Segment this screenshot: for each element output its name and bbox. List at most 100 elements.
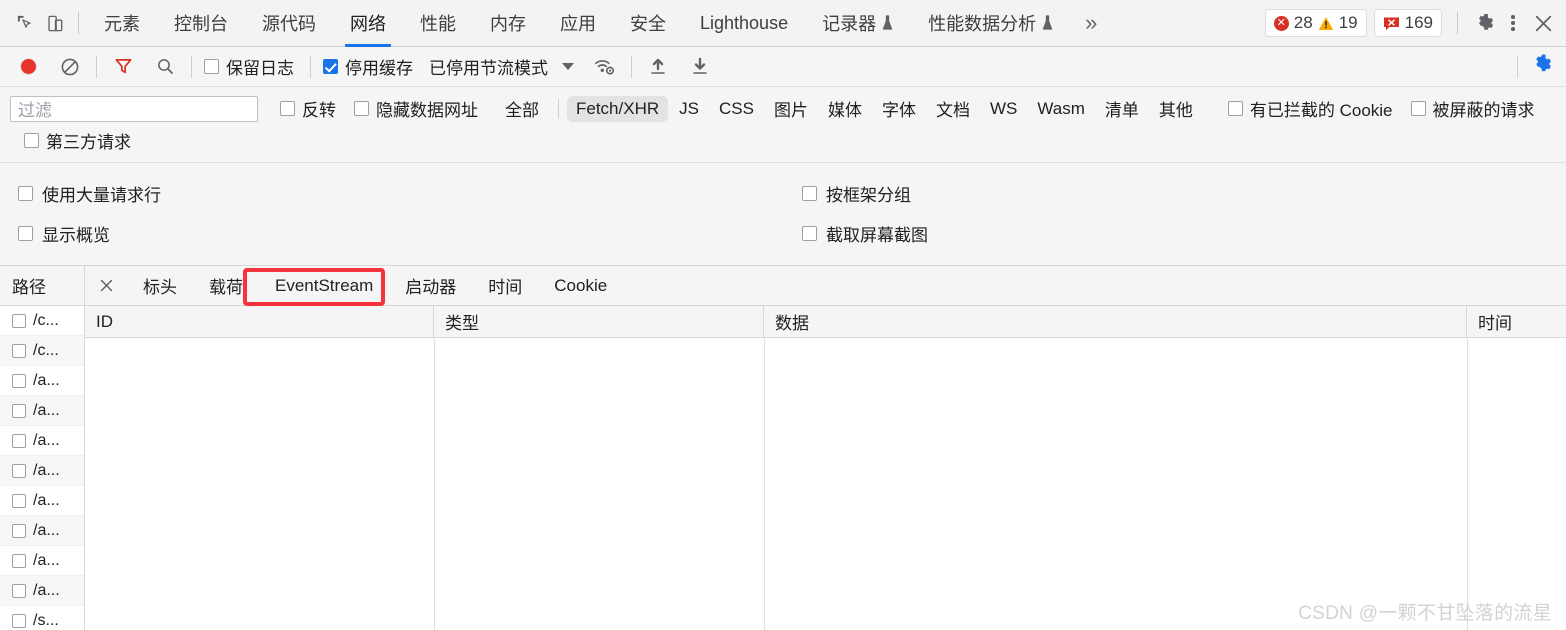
clear-button[interactable] bbox=[56, 53, 84, 81]
column-divider[interactable] bbox=[764, 338, 765, 630]
list-item[interactable]: /a... bbox=[0, 396, 84, 426]
filter-button[interactable] bbox=[109, 53, 137, 81]
checkbox-box[interactable] bbox=[12, 463, 26, 478]
tab-security[interactable]: 安全 bbox=[613, 0, 683, 47]
checkbox-box[interactable] bbox=[12, 523, 26, 538]
close-icon[interactable] bbox=[1526, 8, 1560, 38]
hide-data-urls-checkbox[interactable]: 隐藏数据网址 bbox=[354, 96, 478, 121]
type-filter-font[interactable]: 字体 bbox=[873, 93, 925, 124]
more-tabs-label: » bbox=[1085, 10, 1098, 35]
record-dot-icon bbox=[20, 59, 36, 74]
type-filter-css[interactable]: CSS bbox=[710, 96, 763, 122]
column-header-time[interactable]: 时间 bbox=[1467, 306, 1565, 337]
tab-elements[interactable]: 元素 bbox=[87, 0, 157, 47]
type-filter-other[interactable]: 其他 bbox=[1150, 93, 1202, 124]
issue-bubble-icon bbox=[1383, 17, 1399, 30]
gear-icon[interactable] bbox=[1470, 8, 1500, 38]
column-divider[interactable] bbox=[1467, 338, 1468, 630]
list-item[interactable]: /a... bbox=[0, 516, 84, 546]
blocked-cookies-checkbox[interactable]: 有已拦截的 Cookie bbox=[1227, 96, 1393, 121]
list-item[interactable]: /c... bbox=[0, 336, 84, 366]
list-item[interactable]: /a... bbox=[0, 456, 84, 486]
checkbox-box[interactable] bbox=[12, 313, 26, 328]
error-warning-badge[interactable]: ✕ 28 19 bbox=[1264, 9, 1367, 37]
column-header-data[interactable]: 数据 bbox=[764, 306, 1467, 337]
more-tabs-button[interactable]: » bbox=[1071, 0, 1111, 47]
checkbox-box[interactable] bbox=[12, 373, 26, 388]
device-toolbar-icon[interactable] bbox=[40, 8, 70, 38]
tab-lighthouse[interactable]: Lighthouse bbox=[683, 0, 805, 47]
invert-checkbox[interactable]: 反转 bbox=[280, 96, 336, 121]
blocked-requests-checkbox[interactable]: 被屏蔽的请求 bbox=[1410, 96, 1535, 121]
detail-tab-initiator[interactable]: 启动器 bbox=[389, 266, 472, 305]
type-filter-manifest[interactable]: 清单 bbox=[1096, 93, 1148, 124]
throttling-select[interactable]: 已停用节流模式 bbox=[429, 54, 548, 79]
checkbox-box[interactable] bbox=[12, 493, 26, 508]
checkbox-box bbox=[802, 225, 817, 241]
type-filter-js[interactable]: JS bbox=[670, 96, 708, 122]
group-by-frame-checkbox[interactable]: 按框架分组 bbox=[802, 181, 911, 206]
type-filter-media[interactable]: 媒体 bbox=[819, 93, 871, 124]
tab-sources[interactable]: 源代码 bbox=[245, 0, 333, 47]
network-conditions-button[interactable] bbox=[590, 53, 619, 81]
column-header-id[interactable]: ID bbox=[85, 306, 434, 337]
tab-console[interactable]: 控制台 bbox=[157, 0, 245, 47]
network-settings-button[interactable] bbox=[1532, 53, 1554, 80]
import-har-button[interactable] bbox=[644, 53, 672, 81]
checkbox-box[interactable] bbox=[12, 433, 26, 448]
detail-tab-eventstream[interactable]: EventStream bbox=[259, 266, 389, 305]
checkbox-box[interactable] bbox=[12, 613, 26, 628]
close-detail-icon[interactable] bbox=[85, 266, 127, 305]
checkbox-box[interactable] bbox=[12, 403, 26, 418]
show-overview-checkbox[interactable]: 显示概览 bbox=[18, 221, 110, 246]
detail-tab-cookies[interactable]: Cookie bbox=[538, 266, 623, 305]
record-button[interactable] bbox=[14, 53, 42, 81]
tab-performance[interactable]: 性能 bbox=[403, 0, 473, 47]
list-item[interactable]: /a... bbox=[0, 546, 84, 576]
filter-divider bbox=[558, 98, 559, 119]
checkbox-box[interactable] bbox=[12, 553, 26, 568]
chevron-down-icon[interactable] bbox=[562, 63, 574, 70]
big-request-rows-checkbox[interactable]: 使用大量请求行 bbox=[18, 181, 161, 206]
search-button[interactable] bbox=[151, 53, 179, 81]
checkbox-box[interactable] bbox=[12, 583, 26, 598]
detail-tab-headers[interactable]: 标头 bbox=[127, 266, 193, 305]
tab-recorder[interactable]: 记录器 bbox=[805, 0, 911, 47]
tab-label: 应用 bbox=[560, 14, 596, 34]
third-party-checkbox[interactable]: 第三方请求 bbox=[24, 128, 131, 153]
issues-badge[interactable]: 169 bbox=[1373, 9, 1442, 37]
tab-application[interactable]: 应用 bbox=[543, 0, 613, 47]
detail-tab-payload[interactable]: 载荷 bbox=[193, 266, 259, 305]
list-item[interactable]: /a... bbox=[0, 576, 84, 606]
preserve-log-checkbox[interactable]: 保留日志 bbox=[204, 54, 294, 79]
error-circle-icon: ✕ bbox=[1273, 15, 1289, 31]
checkbox-box[interactable] bbox=[12, 343, 26, 358]
type-filter-doc[interactable]: 文档 bbox=[927, 93, 979, 124]
capture-screenshots-checkbox[interactable]: 截取屏幕截图 bbox=[802, 221, 928, 246]
inspect-element-icon[interactable] bbox=[10, 8, 40, 38]
column-header-type[interactable]: 类型 bbox=[434, 306, 764, 337]
column-divider[interactable] bbox=[434, 338, 435, 630]
export-har-button[interactable] bbox=[686, 53, 714, 81]
list-item[interactable]: /a... bbox=[0, 426, 84, 456]
type-filter-wasm[interactable]: Wasm bbox=[1028, 96, 1094, 122]
disable-cache-checkbox[interactable]: 停用缓存 bbox=[323, 54, 413, 79]
tab-performance-insights[interactable]: 性能数据分析 bbox=[911, 0, 1071, 47]
request-path: /a... bbox=[33, 521, 60, 539]
kebab-menu-icon[interactable] bbox=[1500, 8, 1526, 38]
type-filter-ws[interactable]: WS bbox=[981, 96, 1026, 122]
type-filter-fetch-xhr[interactable]: Fetch/XHR bbox=[567, 95, 669, 122]
path-column-header[interactable]: 路径 bbox=[0, 266, 85, 305]
list-item[interactable]: /c... bbox=[0, 306, 84, 336]
type-filter-all[interactable]: 全部 bbox=[496, 93, 548, 124]
devtools-window: 元素 控制台 源代码 网络 性能 内存 应用 安全 Lighthouse 记录器… bbox=[0, 0, 1566, 630]
filter-input[interactable]: 过滤 bbox=[10, 95, 258, 122]
tab-network[interactable]: 网络 bbox=[333, 0, 403, 47]
type-filter-img[interactable]: 图片 bbox=[765, 93, 817, 124]
list-item[interactable]: /a... bbox=[0, 366, 84, 396]
list-item[interactable]: /a... bbox=[0, 486, 84, 516]
tab-memory[interactable]: 内存 bbox=[473, 0, 543, 47]
list-item[interactable]: /s... bbox=[0, 606, 84, 630]
detail-tab-timing[interactable]: 时间 bbox=[472, 266, 538, 305]
request-list[interactable]: /c... /c... /a... /a... /a... /a... /a..… bbox=[0, 306, 85, 630]
